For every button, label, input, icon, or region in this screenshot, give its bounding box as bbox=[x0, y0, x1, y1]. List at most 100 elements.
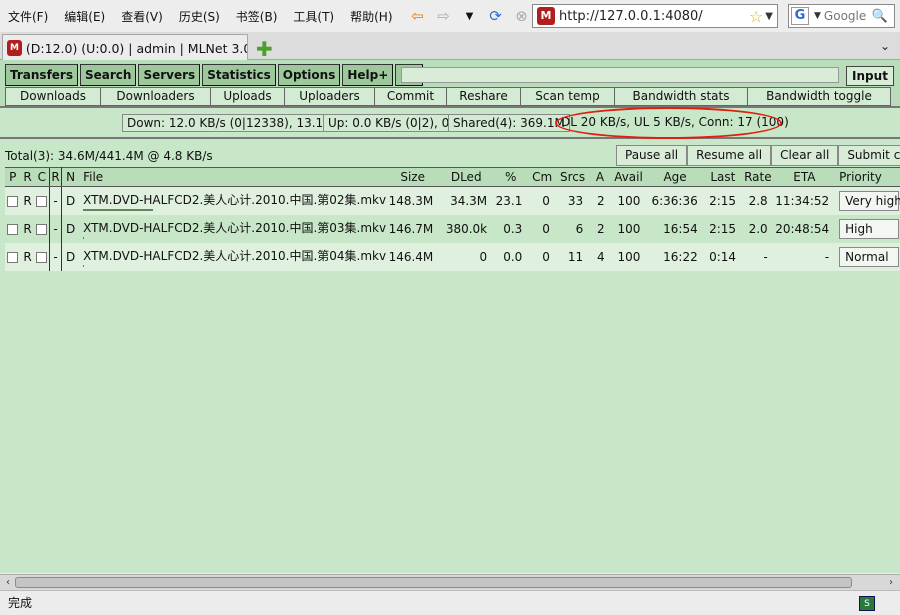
percent-cell: 0.0 bbox=[493, 242, 529, 271]
col-header-c[interactable]: C bbox=[34, 167, 50, 187]
command-input[interactable] bbox=[401, 67, 839, 83]
a-cell: 4 bbox=[589, 242, 611, 271]
search-input[interactable] bbox=[823, 9, 872, 23]
tab-list-chevron-icon[interactable]: ⌄ bbox=[880, 39, 890, 53]
new-tab-plus-icon[interactable]: ✚ bbox=[256, 37, 273, 61]
url-dropdown-icon[interactable]: ▼ bbox=[765, 11, 773, 22]
col-header-a[interactable]: A bbox=[589, 167, 611, 187]
cancel-checkbox[interactable] bbox=[36, 195, 48, 207]
cm-cell: 0 bbox=[528, 242, 556, 271]
col-header-percent[interactable]: % bbox=[493, 167, 529, 187]
dled-cell: 0 bbox=[439, 242, 494, 271]
nav-help[interactable]: Help+ bbox=[342, 64, 394, 86]
download-progress-bar bbox=[83, 236, 85, 239]
subnav-bandwidth-toggle[interactable]: Bandwidth toggle bbox=[748, 87, 891, 106]
cancel-checkbox[interactable] bbox=[36, 223, 48, 235]
tab-mlnet[interactable]: M (D:12.0) (U:0.0) | admin | MLNet 3.0··… bbox=[2, 34, 248, 61]
pause-checkbox[interactable] bbox=[7, 251, 19, 263]
col-header-last[interactable]: Last bbox=[703, 167, 743, 187]
menu-bookmarks[interactable]: 书签(B) bbox=[228, 8, 286, 25]
resume-label[interactable]: R bbox=[20, 214, 35, 243]
nav-statistics[interactable]: Statistics bbox=[202, 64, 276, 86]
cancel-checkbox[interactable] bbox=[36, 251, 48, 263]
age-cell: 16:54 bbox=[646, 214, 704, 243]
status-text: 完成 bbox=[8, 596, 33, 610]
menu-edit[interactable]: 编辑(E) bbox=[56, 8, 113, 25]
col-header-p[interactable]: P bbox=[5, 167, 21, 187]
menu-help[interactable]: 帮助(H) bbox=[342, 8, 400, 25]
subnav-downloaders[interactable]: Downloaders bbox=[101, 87, 211, 106]
col-header-r[interactable]: R bbox=[20, 167, 35, 187]
address-bar[interactable]: M http://127.0.0.1:4080/ ☆ ▼ bbox=[532, 4, 778, 28]
nav-servers[interactable]: Servers bbox=[138, 64, 201, 86]
google-engine-icon[interactable]: G bbox=[791, 7, 809, 25]
pause-checkbox[interactable] bbox=[7, 223, 19, 235]
pause-all-button[interactable]: Pause all bbox=[616, 145, 688, 166]
col-header-file[interactable]: File bbox=[79, 167, 387, 187]
reload-icon[interactable]: ⟳ bbox=[485, 5, 507, 27]
history-dropdown-icon[interactable]: ▼ bbox=[459, 5, 481, 27]
horizontal-scrollbar[interactable]: ‹ › bbox=[0, 574, 900, 590]
menu-view[interactable]: 查看(V) bbox=[113, 8, 171, 25]
subnav-uploaders[interactable]: Uploaders bbox=[285, 87, 375, 106]
col-header-rate[interactable]: Rate bbox=[742, 167, 774, 187]
col-header-r2[interactable]: R bbox=[49, 167, 63, 187]
file-name[interactable]: XTM.DVD-HALFCD2.美人心计.2010.中国.第03集.mkv bbox=[83, 219, 386, 236]
priority-select[interactable]: Very high bbox=[839, 190, 900, 211]
url-text[interactable]: http://127.0.0.1:4080/ bbox=[559, 9, 749, 24]
col-header-cm[interactable]: Cm bbox=[528, 167, 556, 187]
col-header-size[interactable]: Size bbox=[386, 167, 440, 187]
dled-cell: 380.0k bbox=[439, 214, 494, 243]
priority-select[interactable]: Normal bbox=[839, 246, 900, 267]
mlnet-main-nav: Transfers Search Servers Statistics Opti… bbox=[5, 64, 423, 86]
stop-icon[interactable]: ⊗ bbox=[511, 5, 533, 27]
nav-options[interactable]: Options bbox=[277, 64, 341, 86]
search-engine-dropdown-icon[interactable]: ▼ bbox=[814, 11, 821, 21]
subnav-uploads[interactable]: Uploads bbox=[211, 87, 285, 106]
file-name[interactable]: XTM.DVD-HALFCD2.美人心计.2010.中国.第02集.mkv bbox=[83, 191, 386, 208]
subnav-reshare[interactable]: Reshare bbox=[447, 87, 521, 106]
priority-select[interactable]: High bbox=[839, 218, 900, 239]
scroll-left-arrow-icon[interactable]: ‹ bbox=[1, 575, 15, 590]
subnav-bandwidth-stats[interactable]: Bandwidth stats bbox=[615, 87, 748, 106]
col-header-dled[interactable]: DLed bbox=[439, 167, 494, 187]
addon-status-icon[interactable]: S bbox=[859, 596, 875, 611]
col-header-age[interactable]: Age bbox=[646, 167, 704, 187]
search-bar[interactable]: G ▼ 🔍 bbox=[788, 4, 895, 28]
col-header-priority[interactable]: Priority bbox=[835, 167, 900, 187]
subnav-scan-temp[interactable]: Scan temp bbox=[521, 87, 615, 106]
mlnet-page: Transfers Search Servers Statistics Opti… bbox=[0, 60, 900, 573]
red-highlight-ellipse bbox=[555, 107, 782, 139]
scroll-right-arrow-icon[interactable]: › bbox=[884, 575, 898, 590]
mlnet-top-panel: Transfers Search Servers Statistics Opti… bbox=[0, 60, 900, 108]
forward-arrow-icon[interactable]: ⇨ bbox=[433, 5, 455, 27]
file-name[interactable]: XTM.DVD-HALFCD2.美人心计.2010.中国.第04集.mkv bbox=[83, 247, 386, 264]
col-header-avail[interactable]: Avail bbox=[610, 167, 647, 187]
scrollbar-thumb[interactable] bbox=[15, 577, 852, 588]
menu-history[interactable]: 历史(S) bbox=[171, 8, 228, 25]
col-header-eta[interactable]: ETA bbox=[773, 167, 836, 187]
cm-cell: 0 bbox=[528, 214, 556, 243]
nav-transfers[interactable]: Transfers bbox=[5, 64, 78, 86]
menu-file[interactable]: 文件(F) bbox=[0, 8, 56, 25]
network-cell: D bbox=[61, 214, 80, 243]
pause-checkbox[interactable] bbox=[7, 195, 19, 207]
clear-all-button[interactable]: Clear all bbox=[771, 145, 839, 166]
col-header-n[interactable]: N bbox=[61, 167, 80, 187]
search-icon[interactable]: 🔍 bbox=[872, 9, 888, 24]
percent-cell: 23.1 bbox=[493, 186, 529, 215]
resume-all-button[interactable]: Resume all bbox=[687, 145, 772, 166]
col-header-srcs[interactable]: Srcs bbox=[555, 167, 590, 187]
download-progress-bar bbox=[83, 208, 154, 211]
input-button[interactable]: Input bbox=[846, 66, 894, 86]
nav-search[interactable]: Search bbox=[80, 64, 137, 86]
a-cell: 2 bbox=[589, 214, 611, 243]
subnav-commit[interactable]: Commit bbox=[375, 87, 447, 106]
back-arrow-icon[interactable]: ⇦ bbox=[407, 5, 429, 27]
subnav-downloads[interactable]: Downloads bbox=[5, 87, 101, 106]
resume-label[interactable]: R bbox=[20, 242, 35, 271]
menu-tools[interactable]: 工具(T) bbox=[285, 8, 342, 25]
resume-label[interactable]: R bbox=[20, 186, 35, 215]
bookmark-star-icon[interactable]: ☆ bbox=[749, 7, 763, 26]
submit-changes-button[interactable]: Submit changes bbox=[838, 145, 900, 166]
